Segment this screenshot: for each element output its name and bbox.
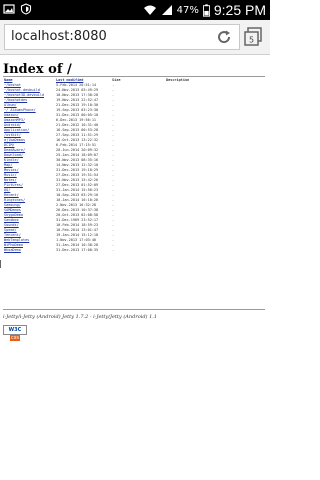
file-link[interactable]: Android/ (4, 123, 21, 127)
row-size-cell: - (112, 248, 115, 252)
file-link[interactable]: Application/ (4, 128, 29, 132)
image-icon (3, 4, 15, 14)
file-link[interactable]: ~/boshot-devbuild (4, 88, 40, 92)
page-title: Index of / (3, 62, 72, 77)
file-link[interactable]: Movies/ (4, 168, 19, 172)
row-name-cell: WkoaDemo (3, 248, 55, 253)
file-link[interactable]: WiPhoDemo (4, 243, 23, 247)
column-last-modified-link[interactable]: Last modified (56, 78, 83, 82)
file-link[interactable]: Recent/ (4, 193, 19, 197)
row-modified-cell: 31-Dec-2013 17:00:35 (56, 248, 99, 252)
file-link[interactable]: Music/ (4, 173, 17, 177)
file-link[interactable]: DeadAware/ (4, 148, 25, 152)
file-link[interactable]: QQ/ (4, 188, 10, 192)
file-link[interactable]: Ringtones/ (4, 198, 25, 202)
file-link[interactable]: ajlbaDemos (4, 138, 25, 142)
shield-icon (20, 3, 32, 15)
clock: 9:25 PM (213, 2, 266, 18)
page-content: Index of / Name Last modified Size Descr… (0, 54, 270, 480)
server-footer: i-Jetty/i-Jetty (Android) Jetty 1.7.2 - … (3, 314, 158, 320)
browser-toolbar: localhost:8080 5 (0, 20, 270, 55)
directory-table: Name Last modified Size Description ~/bo… (3, 78, 227, 253)
file-link[interactable]: Sounds/ (4, 223, 19, 227)
signal-icon (161, 5, 172, 15)
address-bar[interactable]: localhost:8080 (4, 24, 240, 50)
w3c-css-badge[interactable]: W3C css (3, 325, 27, 341)
file-link[interactable]: Download/ (4, 153, 23, 157)
battery-percent: 47% (176, 4, 199, 16)
reload-icon[interactable] (215, 28, 233, 46)
url-text[interactable]: localhost:8080 (11, 29, 107, 44)
file-link[interactable]: WkoaDemo (4, 248, 21, 252)
tabs-icon[interactable]: 5 (242, 26, 264, 48)
file-link[interactable]: Pictures/ (4, 183, 23, 187)
file-link[interactable]: DCIM/ (4, 143, 15, 147)
scroll-indicator (0, 260, 4, 268)
file-link[interactable]: Speed/ (4, 228, 17, 232)
tab-count: 5 (249, 36, 254, 45)
table-row: WkoaDemo 31-Dec-2013 17:00:35 - (3, 248, 227, 253)
file-link[interactable]: AmazonMP3/ (4, 118, 25, 122)
file-link[interactable]: Map/ (4, 163, 12, 167)
bottom-divider (3, 309, 265, 310)
badge-css-text: css (10, 335, 20, 341)
file-link[interactable]: ~/boshot (4, 83, 21, 87)
file-link[interactable]: SAMDemos (4, 208, 21, 212)
file-link[interactable]: ~/boshot3D-devbuild (4, 93, 44, 97)
file-link[interactable]: Sandbox (4, 218, 19, 222)
file-link[interactable]: SkygoDemo (4, 213, 23, 217)
file-link[interactable]: Notes/ (4, 178, 17, 182)
top-divider (3, 76, 265, 77)
file-link[interactable]: /ustkit/ (4, 133, 21, 137)
file-link[interactable]: Kindle/ (4, 158, 19, 162)
file-link[interactable]: ~/ AlbumsPhone/ (4, 108, 36, 112)
column-name-link[interactable]: Name (4, 78, 12, 82)
status-bar: 47% 9:25 PM (0, 0, 270, 20)
battery-icon (202, 3, 210, 17)
file-link[interactable]: Amazon/ (4, 113, 19, 117)
badge-w3c-text: W3C (8, 327, 22, 333)
file-link[interactable]: Tencent/ (4, 233, 21, 237)
file-link[interactable]: WebTemplates (4, 238, 29, 242)
row-description-cell (165, 248, 227, 253)
file-link[interactable]: ~/boshotdev (4, 98, 27, 102)
wifi-icon (143, 5, 156, 15)
file-link[interactable]: Album/ (4, 103, 17, 107)
file-link[interactable]: Samsung/ (4, 203, 21, 207)
